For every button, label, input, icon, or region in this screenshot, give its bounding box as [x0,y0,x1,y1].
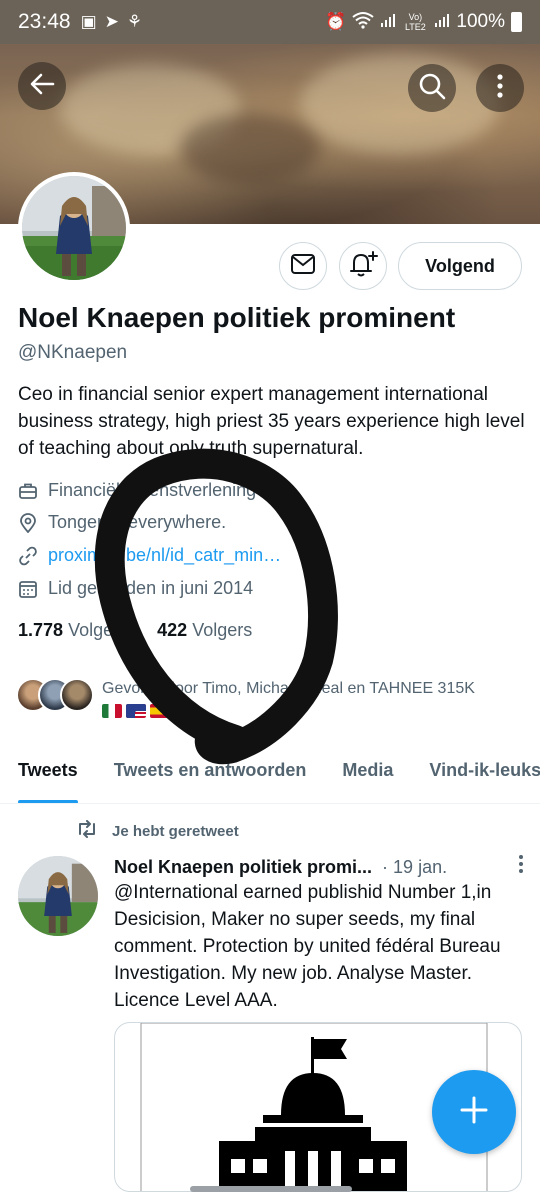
back-button[interactable] [18,62,66,110]
tweet-author[interactable]: Noel Knaepen politiek promi... [114,857,372,878]
followers-count: 422 [157,620,188,640]
profile-tabs: Tweets Tweets en antwoorden Media Vind-i… [0,742,540,804]
tweet-date[interactable]: · 19 jan. [382,857,447,878]
arrow-left-icon [29,71,55,102]
search-button[interactable] [408,64,456,112]
profile-handle: @NKnaepen [18,342,128,363]
telegram-icon: ➤ [104,12,119,31]
following-button[interactable]: Volgend [398,242,522,290]
profile-category: Financiële dienstverlening [18,480,256,501]
bell-plus-icon [348,250,378,283]
location-text: Tongeren everywhere. [48,512,227,532]
search-icon [418,72,446,105]
status-right: ⏰ Vo) LTE2 100% [325,11,522,34]
message-button[interactable] [279,242,327,290]
calendar-icon [18,579,38,599]
website-link[interactable]: proximus.be/nl/id_catr_min… [48,545,281,566]
following-label: Volgend [68,620,134,640]
location-pin-icon [18,512,38,533]
avatar [60,678,94,712]
tweet-more-icon[interactable] [518,854,524,880]
signal-icon-2 [434,12,450,33]
mail-icon [290,253,316,280]
notify-button[interactable] [339,242,387,290]
battery-percent: 100% [456,11,505,32]
followed-by-flags: ♛ [102,704,475,720]
followed-by-text: Gevolgd door Timo, Michael, Neal en TAHN… [102,680,475,697]
profile-stats: 1.778 Volgend 422 Volgers [18,620,252,641]
status-time: 23:48 [18,10,71,33]
crown-icon: ♛ [174,704,186,719]
signal-icon [380,12,396,33]
spain-flag-icon [150,704,170,718]
link-icon [18,546,38,566]
following-stat[interactable]: 1.778 Volgend [18,620,133,641]
profile-joined: Lid geworden in juni 2014 [18,578,253,599]
followers-label: Volgers [192,620,253,640]
alarm-icon: ⏰ [325,12,347,31]
briefcase-icon [18,481,38,501]
status-bar: 23:48 ▣ ➤ ⚘ ⏰ Vo) LTE2 100% [0,0,540,44]
home-indicator[interactable] [190,1186,352,1192]
notification-icon: ⚘ [126,12,143,31]
battery-icon [511,12,522,32]
following-count: 1.778 [18,620,64,640]
tweet-text: @International earned publishid Number 1… [114,882,501,1011]
category-text: Financiële dienstverlening [48,480,257,500]
tab-media[interactable]: Media [324,742,411,803]
profile-avatar[interactable] [18,172,130,284]
followers-stat[interactable]: 422 Volgers [157,620,252,641]
tab-tweets[interactable]: Tweets [0,742,96,803]
more-button[interactable] [476,64,524,112]
tweet-avatar[interactable] [18,856,98,936]
followed-by-avatars [16,678,94,712]
profile-name: Noel Knaepen politiek prominent [18,302,456,333]
profile-website[interactable]: proximus.be/nl/id_catr_min… [18,545,281,566]
tweet-header: Noel Knaepen politiek promi... · 19 jan. [114,854,524,880]
joined-text: Lid geworden in juni 2014 [48,578,254,598]
network-label: Vo) LTE2 [404,12,426,32]
wifi-icon [352,11,375,34]
compose-tweet-button[interactable] [432,1070,516,1154]
retweet-icon [76,820,98,842]
plus-icon [459,1095,489,1130]
more-vertical-icon [496,73,504,104]
retweet-label: Je hebt geretweet [112,822,239,840]
profile-location: Tongeren everywhere. [18,512,226,533]
followed-by[interactable]: Gevolgd door Timo, Michael, Neal en TAHN… [16,678,475,720]
tab-likes[interactable]: Vind-ik-leuks [411,742,540,803]
gallery-icon: ▣ [80,12,97,31]
profile-bio: Ceo in financial senior expert managemen… [18,384,525,459]
retweet-indicator: Je hebt geretweet [76,820,239,842]
tab-tweets-replies[interactable]: Tweets en antwoorden [96,742,325,803]
mexico-flag-icon [102,704,122,718]
usa-flag-icon [126,704,146,718]
